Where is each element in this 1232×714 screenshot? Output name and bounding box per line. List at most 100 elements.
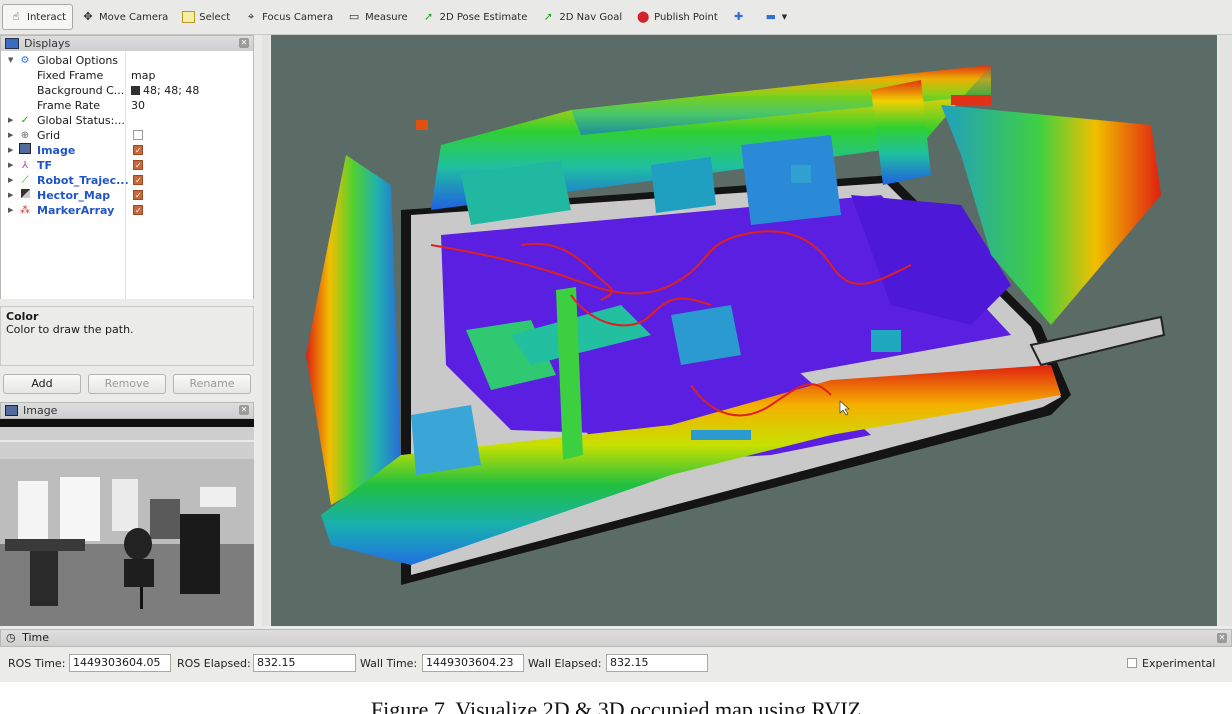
tree-row-tf[interactable]: ▶ ⅄ TF (1, 158, 253, 173)
property-value: 48; 48; 48 (143, 84, 200, 97)
publish-point-tool-button[interactable]: ⬤ Publish Point (630, 4, 724, 30)
interact-tool-button[interactable]: ☝ Interact (2, 4, 74, 30)
expand-arrow-icon[interactable]: ▶ (8, 188, 16, 203)
tool-label: 2D Pose Estimate (439, 11, 528, 23)
tree-row-hector-map[interactable]: ▶ Hector_Map (1, 188, 253, 203)
add-tool-button[interactable]: ✚ (726, 4, 756, 30)
enable-checkbox[interactable] (133, 203, 143, 218)
right-dock-handle[interactable] (1218, 35, 1232, 626)
property-value[interactable]: map (131, 68, 155, 83)
description-title: Color (6, 310, 39, 323)
chevron-down-icon: ▼ (781, 13, 788, 21)
image-panel-header: Image ✕ (0, 402, 254, 419)
expand-arrow-icon[interactable]: ▶ (8, 113, 16, 128)
ros-elapsed-field[interactable]: 832.15 (253, 654, 356, 672)
focus-camera-icon: ⌖ (248, 10, 255, 23)
image-icon (19, 143, 31, 159)
expand-arrow-icon[interactable]: ▶ (8, 173, 16, 188)
tree-row-background-color[interactable]: Background C... 48; 48; 48 (1, 83, 253, 98)
2d-pose-estimate-tool-button[interactable]: ➚ 2D Pose Estimate (416, 4, 534, 30)
clock-icon: ◷ (6, 631, 16, 644)
image-panel-title: Image (23, 404, 58, 417)
wall-elapsed-field[interactable]: 832.15 (606, 654, 708, 672)
ros-elapsed-label: ROS Elapsed: (177, 657, 251, 670)
enable-checkbox[interactable] (133, 130, 143, 140)
tool-label: Focus Camera (262, 11, 334, 23)
move-camera-tool-button[interactable]: ✥ Move Camera (75, 4, 174, 30)
tool-label: Publish Point (654, 11, 718, 23)
gear-icon: ⚙ (20, 55, 30, 66)
wall-time-field[interactable]: 1449303604.23 (422, 654, 524, 672)
property-description: Color Color to draw the path. (0, 306, 254, 366)
time-panel-title: Time (22, 631, 50, 644)
occupancy-map-render (306, 65, 1166, 585)
displays-tree: ▼ ⚙ Global Options Fixed Frame map Backg… (0, 51, 254, 299)
checkmark-icon: ✓ (20, 115, 30, 126)
enable-checkbox[interactable] (133, 158, 143, 173)
green-arrow-icon: ➚ (543, 10, 553, 23)
ros-time-field[interactable]: 1449303604.05 (69, 654, 171, 672)
tree-row-global-options[interactable]: ▼ ⚙ Global Options (1, 53, 253, 68)
hand-cursor-icon: ☝ (12, 10, 20, 23)
tree-row-robot-trajectory[interactable]: ▶ ⟋ Robot_Trajec... (1, 173, 253, 188)
tree-label: TF (37, 159, 53, 172)
select-tool-button[interactable]: Select (176, 4, 236, 30)
tree-label: MarkerArray (37, 204, 115, 217)
experimental-checkbox[interactable] (1127, 658, 1137, 668)
displays-title: Displays (24, 37, 71, 50)
close-icon[interactable]: ✕ (239, 405, 249, 415)
tree-row-frame-rate[interactable]: Frame Rate 30 (1, 98, 253, 113)
tree-label: Hector_Map (37, 189, 111, 202)
measure-tool-button[interactable]: ▭ Measure (341, 4, 414, 30)
red-pin-icon: ⬤ (636, 10, 650, 23)
map-icon (19, 188, 31, 203)
tree-row-image[interactable]: ▶ Image (1, 143, 253, 158)
displays-panel-header: Displays ✕ (0, 35, 254, 52)
remove-tool-dropdown[interactable]: ▬ ▼ (758, 4, 793, 30)
remove-display-button[interactable]: Remove (88, 374, 166, 394)
plus-icon: ✚ (734, 10, 744, 23)
enable-checkbox[interactable] (133, 173, 143, 188)
path-icon: ⟋ (21, 175, 29, 186)
enable-checkbox[interactable] (133, 143, 143, 158)
rviz-window: ☝ Interact ✥ Move Camera Select ⌖ Focus … (0, 0, 1232, 682)
tool-label: Interact (27, 11, 67, 23)
add-display-button[interactable]: Add (3, 374, 81, 394)
color-swatch[interactable] (131, 86, 140, 95)
3d-render-viewport[interactable] (271, 35, 1217, 626)
camera-feed-image (0, 419, 254, 626)
expand-arrow-icon[interactable]: ▶ (8, 128, 16, 143)
green-arrow-icon: ➚ (424, 10, 434, 23)
property-value[interactable]: 30 (131, 98, 145, 113)
enable-checkbox[interactable] (133, 188, 143, 203)
tree-label: Global Status:... (37, 114, 125, 127)
tree-row-fixed-frame[interactable]: Fixed Frame map (1, 68, 253, 83)
wall-time-label: Wall Time: (360, 657, 418, 670)
ruler-icon: ▭ (348, 10, 360, 23)
focus-camera-tool-button[interactable]: ⌖ Focus Camera (238, 4, 339, 30)
tree-label: Global Options (37, 54, 119, 67)
tree-row-marker-array[interactable]: ▶ ⁂ MarkerArray (1, 203, 253, 218)
tree-row-global-status[interactable]: ▶ ✓ Global Status:... (1, 113, 253, 128)
marker-array-icon: ⁂ (20, 205, 30, 216)
expand-arrow-icon[interactable]: ▼ (8, 53, 16, 68)
expand-arrow-icon[interactable]: ▶ (8, 158, 16, 173)
column-separator[interactable] (125, 51, 126, 299)
tree-label: Image (37, 144, 76, 157)
select-box-icon (182, 11, 196, 23)
camera-image-view (0, 419, 254, 626)
rename-display-button[interactable]: Rename (173, 374, 251, 394)
image-icon (5, 405, 18, 416)
description-text: Color to draw the path. (6, 323, 134, 336)
time-panel-header: ◷ Time ✕ (0, 629, 1232, 647)
tool-label: Move Camera (99, 11, 169, 23)
grid-icon: ⊕ (20, 130, 30, 141)
2d-nav-goal-tool-button[interactable]: ➚ 2D Nav Goal (535, 4, 628, 30)
close-icon[interactable]: ✕ (1217, 633, 1227, 643)
close-icon[interactable]: ✕ (239, 38, 249, 48)
expand-arrow-icon[interactable]: ▶ (8, 203, 16, 218)
expand-arrow-icon[interactable]: ▶ (8, 143, 16, 158)
panel-splitter[interactable] (262, 35, 270, 626)
tree-row-grid[interactable]: ▶ ⊕ Grid (1, 128, 253, 143)
property-label: Background C... (37, 84, 125, 97)
